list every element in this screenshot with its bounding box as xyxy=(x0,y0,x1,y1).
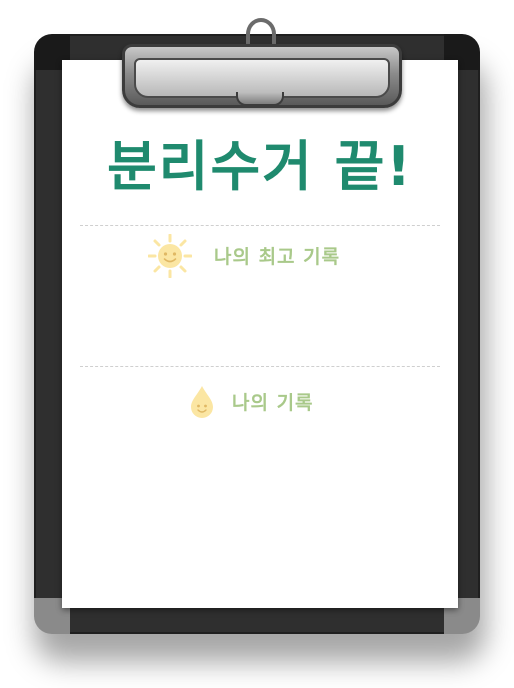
divider-top xyxy=(80,225,440,226)
water-drop-icon xyxy=(191,386,213,418)
best-record-label: 나의 최고 기록 xyxy=(214,246,341,268)
my-record-label: 나의 기록 xyxy=(232,392,314,414)
divider-middle xyxy=(80,366,440,367)
result-title: 분리수거 끝! xyxy=(107,135,413,198)
clip-notch xyxy=(236,92,284,106)
sun-icon xyxy=(148,234,192,278)
